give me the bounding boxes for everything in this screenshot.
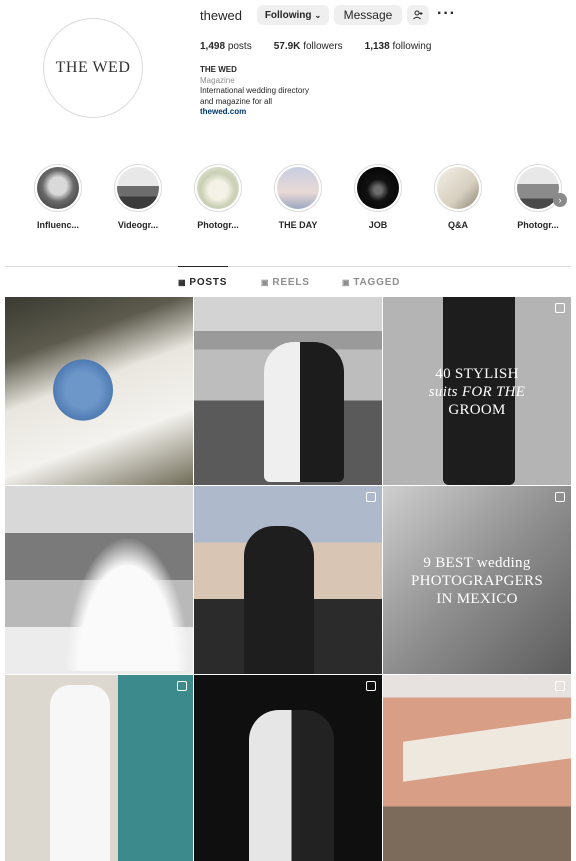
profile-display-name: THE WED [200, 65, 237, 74]
car-photo-icon [117, 167, 159, 209]
chevron-down-icon: ⌄ [314, 10, 322, 20]
tagged-icon: ▣ [342, 278, 351, 287]
bio-line-1: International wedding directory [200, 86, 309, 95]
profile-stats: 1,498 posts 57.9K followers 1,138 follow… [200, 41, 453, 52]
add-user-icon [413, 10, 423, 20]
post-overlay-text: 9 BEST wedding PHOTOGRAPGERS IN MEXICO [383, 554, 571, 608]
followers-label: followers [303, 41, 343, 52]
post-tile[interactable] [383, 675, 571, 861]
message-button-label: Message [343, 8, 393, 22]
followers-value: 57.9K [273, 41, 301, 52]
message-button[interactable]: Message [334, 5, 402, 25]
post-tile[interactable]: 9 BEST wedding PHOTOGRAPGERS IN MEXICO [383, 486, 571, 674]
bouquet-shape [53, 359, 113, 421]
reels-icon: ▣ [261, 278, 270, 287]
highlight-label: THE DAY [278, 220, 318, 230]
profile-link[interactable]: thewed.com [200, 107, 309, 118]
post-tile[interactable] [5, 675, 193, 861]
reel-icon [555, 303, 565, 313]
tab-tagged-label: TAGGED [353, 277, 401, 288]
following-count[interactable]: 1,138 following [365, 41, 432, 52]
highlight-label: Photogr... [197, 220, 239, 230]
highlight-item[interactable]: Videogr... [98, 164, 178, 230]
suggest-user-button[interactable] [407, 5, 429, 25]
dress-shape [65, 536, 190, 671]
carousel-icon [177, 681, 187, 691]
post-tile[interactable]: 40 STYLISH suits FOR THE GROOM [383, 297, 571, 485]
tab-posts[interactable]: ▦ POSTS [178, 277, 227, 288]
following-button-label: Following [264, 9, 312, 21]
screen-photo-icon [357, 167, 399, 209]
dress-photo-icon [37, 167, 79, 209]
veil-photo-icon [437, 167, 479, 209]
posts-label: posts [227, 41, 252, 52]
profile-bio: THE WED Magazine International wedding d… [200, 65, 309, 118]
chevron-right-icon[interactable]: › [553, 193, 567, 207]
followers-count[interactable]: 57.9K followers [274, 41, 343, 52]
overlay-line-3: GROOM [448, 402, 506, 418]
carousel-icon [366, 681, 376, 691]
following-button[interactable]: Following ⌄ [257, 5, 329, 25]
couple-shape [264, 342, 344, 482]
highlight-item[interactable]: THE DAY [258, 164, 338, 230]
highlight-label: Videogr... [117, 220, 159, 230]
following-label: following [392, 41, 432, 52]
post-tile[interactable] [194, 486, 382, 674]
highlight-item[interactable]: JOB [338, 164, 418, 230]
tabs-divider [5, 266, 571, 267]
overlay-line-1: 9 BEST wedding [423, 555, 531, 571]
highlight-label: JOB [368, 220, 388, 230]
avatar-logo-text: THE WED [55, 59, 131, 76]
tab-reels[interactable]: ▣ REELS [261, 277, 310, 288]
carousel-icon [555, 681, 565, 691]
bio-line-2: and magazine for all [200, 96, 273, 106]
more-options-icon[interactable]: ··· [437, 5, 456, 23]
following-value: 1,138 [364, 41, 390, 52]
post-tile[interactable] [5, 486, 193, 674]
bouquet-photo-icon [197, 167, 239, 209]
reel-icon [366, 492, 376, 502]
overlay-line-2: suits FOR THE [428, 384, 526, 400]
profile-username: thewed [200, 8, 242, 23]
couple-kiss-shape [249, 710, 334, 861]
grid-icon: ▦ [178, 278, 187, 287]
post-tile[interactable] [194, 675, 382, 861]
tab-posts-label: POSTS [189, 277, 228, 288]
tab-reels-label: REELS [272, 277, 310, 288]
overlay-line-2: PHOTOGRAPGERS [411, 573, 543, 589]
overlay-line-1: 40 STYLISH [435, 366, 519, 382]
post-tile[interactable] [5, 297, 193, 485]
highlight-label: Photogr... [517, 220, 559, 230]
post-tile[interactable] [194, 297, 382, 485]
posts-value: 1,498 [200, 41, 226, 52]
couple-dance-shape [244, 526, 314, 674]
profile-category: Magazine [200, 75, 235, 85]
tab-tagged[interactable]: ▣ TAGGED [342, 277, 400, 288]
carousel-icon [555, 492, 565, 502]
story-highlights: Influenc... Videogr... Photogr... THE DA… [0, 164, 576, 236]
highlight-label: Influenc... [36, 220, 79, 230]
bride-shape [50, 685, 110, 861]
posts-count[interactable]: 1,498 posts [200, 41, 252, 52]
overlay-line-3: IN MEXICO [436, 591, 518, 607]
highlight-item[interactable]: Photogr... [178, 164, 258, 230]
highlight-item[interactable]: Influenc... [18, 164, 98, 230]
profile-avatar[interactable]: THE WED [43, 18, 143, 118]
post-overlay-text: 40 STYLISH suits FOR THE GROOM [383, 365, 571, 419]
highlight-item[interactable]: Q&A [418, 164, 498, 230]
tower-photo-icon [277, 167, 319, 209]
active-tab-indicator [178, 266, 228, 267]
highlight-label: Q&A [448, 220, 468, 230]
